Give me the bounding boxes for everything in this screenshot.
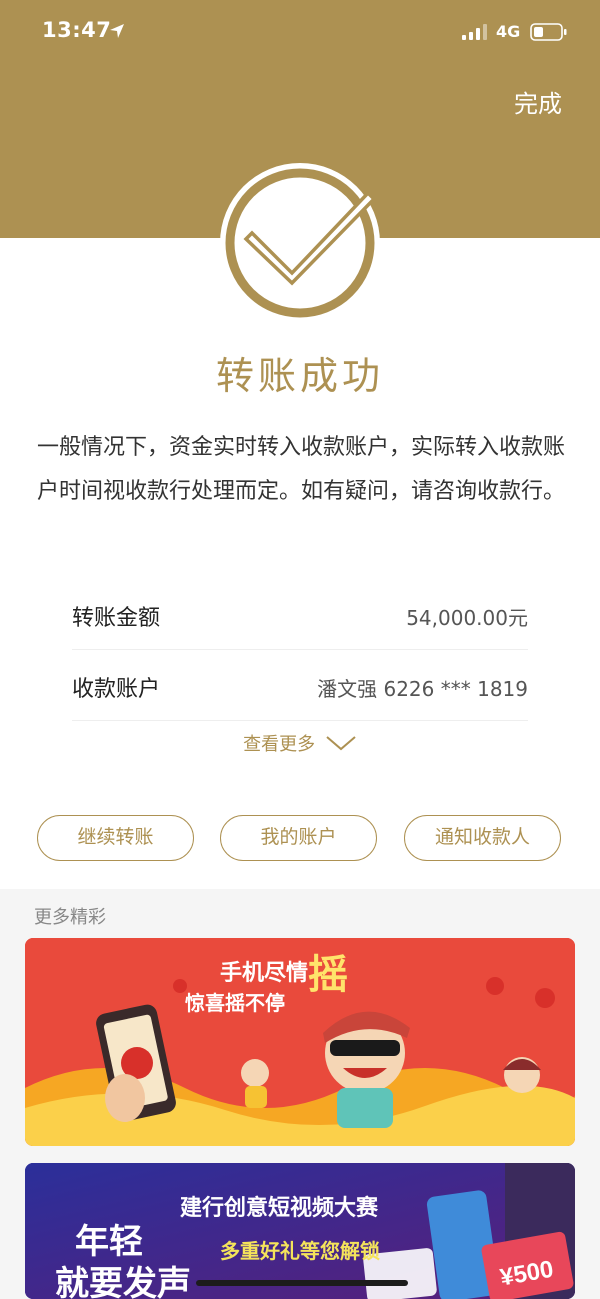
more-section-title: 更多精彩 <box>34 907 106 928</box>
home-indicator[interactable] <box>196 1280 408 1286</box>
detail-row-payee: 收款账户 潘文强 6226 *** 1819 <box>72 651 528 721</box>
banner2-headline: 建行创意短视频大赛 <box>180 1195 379 1220</box>
my-account-button[interactable]: 我的账户 <box>220 815 377 861</box>
banner1-subline: 惊喜摇不停 <box>185 991 285 1015</box>
network-type: 4G <box>496 22 521 41</box>
status-time: 13:47 <box>42 18 112 42</box>
banner2-big-text-1: 年轻 <box>75 1223 143 1261</box>
shake-promo-banner[interactable]: 手机尽情 摇 惊喜摇不停 <box>25 938 575 1146</box>
success-check-icon <box>220 163 380 323</box>
view-more-label: 查看更多 <box>243 734 316 755</box>
banner1-headline: 手机尽情 <box>220 960 308 985</box>
banner1-big-char: 摇 <box>308 953 348 997</box>
done-button[interactable]: 完成 <box>514 84 562 119</box>
detail-row-amount: 转账金额 54,000.00元 <box>72 580 528 650</box>
video-contest-art: 建行创意短视频大赛 多重好礼等您解锁 年轻 就要发声 ¥500 <box>25 1163 575 1299</box>
amount-label: 转账金额 <box>72 606 161 631</box>
amount-value: 54,000.00元 <box>406 606 528 630</box>
transfer-notice: 一般情况下，资金实时转入收款账户，实际转入收款账户时间视收款行处理而定。如有疑问… <box>37 435 566 504</box>
continue-transfer-button[interactable]: 继续转账 <box>37 815 194 861</box>
shake-promo-art: 手机尽情 摇 惊喜摇不停 <box>25 938 575 1146</box>
banner2-big-text-2: 就要发声 <box>55 1265 191 1299</box>
notify-payee-button[interactable]: 通知收款人 <box>404 815 561 861</box>
chevron-down-icon <box>326 736 356 751</box>
signal-strength-icon <box>462 24 487 40</box>
status-bar: 13:47 4G <box>0 0 600 66</box>
payee-label: 收款账户 <box>72 677 161 702</box>
banner2-subline: 多重好礼等您解锁 <box>220 1239 380 1263</box>
video-contest-banner[interactable]: 建行创意短视频大赛 多重好礼等您解锁 年轻 就要发声 ¥500 <box>25 1163 575 1299</box>
page-title: 转账成功 <box>215 354 384 398</box>
battery-icon <box>530 23 567 41</box>
payee-value: 潘文强 6226 *** 1819 <box>317 677 528 701</box>
view-more-toggle[interactable]: 查看更多 <box>0 730 600 756</box>
location-arrow-icon <box>110 24 124 38</box>
